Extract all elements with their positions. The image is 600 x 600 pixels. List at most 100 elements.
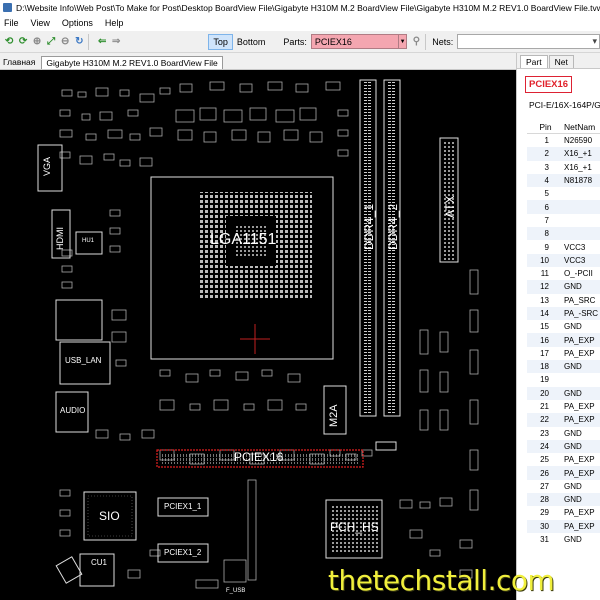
net-name: GND — [564, 495, 582, 505]
menu-options[interactable]: Options — [62, 18, 93, 28]
ps2-connector — [55, 299, 103, 341]
column-header-pin[interactable]: Pin — [527, 122, 564, 132]
pin-number: 9 — [544, 242, 549, 252]
small-components — [59, 81, 479, 589]
column-header-netname[interactable]: NetNam — [564, 122, 595, 132]
pin-number: 5 — [544, 189, 549, 199]
rotate-icon[interactable]: ↻ — [74, 36, 84, 48]
table-row[interactable]: 26 PA_EXP — [527, 466, 600, 480]
pin-table: Pin NetNam 1 N26590 2 X16_+1 3 X16_+1 4 N81878 5… — [527, 120, 600, 546]
pin-number: 25 — [540, 455, 549, 465]
parts-dropdown-icon[interactable]: ▼ — [398, 34, 408, 49]
toolbar: ⟲ ⟳ ⊕ ⤢ ⊖ ↻ ⇐ ⇒ Top Bottom Parts: ▼ ⚲ Ne… — [0, 31, 600, 53]
table-row[interactable]: 23 GND — [527, 427, 600, 440]
table-row[interactable]: 19 — [527, 373, 600, 386]
pciex1-1-label: PCIEX1_1 — [164, 502, 202, 511]
net-name: X16_+1 — [564, 149, 592, 159]
net-name: PA_EXP — [564, 348, 595, 358]
window-title: D:\Website Info\Web Post\To Make for Pos… — [16, 2, 600, 13]
table-row[interactable]: 16 PA_EXP — [527, 333, 600, 347]
table-row[interactable]: 28 GND — [527, 493, 600, 507]
table-row[interactable]: 2 X16_+1 — [527, 147, 600, 161]
net-name: VCC3 — [564, 255, 586, 265]
table-row[interactable]: 22 PA_EXP — [527, 413, 600, 427]
table-row[interactable]: 20 GND — [527, 386, 600, 400]
net-name: O_-PCII — [564, 269, 593, 279]
forward-arrow-icon[interactable]: ⟳ — [18, 36, 28, 48]
table-row[interactable]: 14 PA_-SRC — [527, 306, 600, 321]
pin-number: 4 — [544, 176, 549, 186]
f-usb-label: F_USB — [226, 588, 246, 594]
table-row[interactable]: 7 — [527, 214, 600, 227]
battery-holder — [55, 556, 83, 584]
table-row[interactable]: 24 GND — [527, 439, 600, 454]
net-name: PA_EXP — [564, 402, 595, 412]
net-name: GND — [564, 535, 582, 545]
table-row[interactable]: 29 PA_EXP — [527, 506, 600, 519]
table-row[interactable]: 9 VCC3 — [527, 240, 600, 253]
pin-number: 17 — [540, 348, 549, 358]
table-row[interactable]: 17 PA_EXP — [527, 347, 600, 360]
net-name: GND — [564, 362, 582, 372]
flip-right-icon[interactable]: ⇒ — [111, 36, 121, 48]
table-row[interactable]: 30 PA_EXP — [527, 519, 600, 533]
table-row[interactable]: 18 GND — [527, 360, 600, 374]
table-row[interactable]: 11 O_-PCII — [527, 267, 600, 280]
table-row[interactable]: 21 PA_EXP — [527, 400, 600, 413]
table-row[interactable]: 31 GND — [527, 533, 600, 546]
pin-table-header: Pin NetNam — [527, 120, 600, 134]
pin-number: 23 — [540, 428, 549, 438]
net-name: GND — [564, 322, 582, 332]
pciex16-label: PCIEX16 — [234, 450, 284, 464]
menu-help[interactable]: Help — [105, 18, 124, 28]
back-arrow-icon[interactable]: ⟲ — [4, 36, 14, 48]
bottom-side-button[interactable]: Bottom — [233, 34, 270, 50]
search-parts-icon[interactable]: ⚲ — [411, 36, 421, 48]
table-row[interactable]: 4 N81878 — [527, 173, 600, 188]
parts-search-input[interactable] — [310, 34, 399, 49]
pin-number: 29 — [540, 508, 549, 518]
table-row[interactable]: 12 GND — [527, 280, 600, 294]
board-drawing — [37, 79, 479, 589]
flip-left-icon[interactable]: ⇐ — [97, 36, 107, 48]
table-row[interactable]: 3 X16_+1 — [527, 161, 600, 174]
table-row[interactable]: 10 VCC3 — [527, 253, 600, 267]
table-row[interactable]: 27 GND — [527, 480, 600, 493]
tab-home[interactable]: Главная — [0, 57, 39, 69]
tab-net[interactable]: Net — [548, 55, 574, 68]
cu1-label: CU1 — [91, 558, 108, 567]
net-name: GND — [564, 282, 582, 292]
table-row[interactable]: 13 PA_SRC — [527, 294, 600, 307]
pin-number: 13 — [540, 295, 549, 305]
net-name: N81878 — [564, 176, 593, 186]
tab-boardview-file[interactable]: Gigabyte H310M M.2 REV1.0 BoardView File — [41, 56, 223, 69]
toolbar-separator — [88, 33, 90, 50]
window-title-bar: D:\Website Info\Web Post\To Make for Pos… — [0, 0, 600, 15]
document-tab-bar: Главная Gigabyte H310M M.2 REV1.0 BoardV… — [0, 54, 516, 70]
table-row[interactable]: 5 — [527, 187, 600, 200]
cpu-socket-label: LGA1151 — [210, 231, 277, 248]
menu-view[interactable]: View — [31, 18, 50, 28]
pin-number: 15 — [540, 322, 549, 332]
zoom-out-icon[interactable]: ⊖ — [60, 36, 70, 48]
sio-label: SIO — [99, 509, 120, 523]
net-name: GND — [564, 441, 582, 451]
table-row[interactable]: 1 N26590 — [527, 134, 600, 147]
toolbar-separator — [425, 33, 427, 50]
zoom-in-icon[interactable]: ⊕ — [32, 36, 42, 48]
net-name: PA_SRC — [564, 295, 596, 305]
pin-number: 14 — [540, 309, 549, 318]
vga-label: VGA — [42, 156, 52, 176]
top-side-button[interactable]: Top — [208, 33, 233, 50]
net-name: GND — [564, 481, 582, 491]
table-row[interactable]: 15 GND — [527, 320, 600, 333]
table-row[interactable]: 8 — [527, 227, 600, 241]
nets-select[interactable] — [457, 34, 600, 49]
pin-number: 1 — [544, 136, 549, 146]
tab-part[interactable]: Part — [520, 55, 548, 68]
zoom-fit-icon[interactable]: ⤢ — [46, 36, 56, 48]
board-view-canvas[interactable]: LGA1151 DDR4_1 DDR4_2 ATX VGA HDMI HU1 U… — [0, 70, 516, 600]
table-row[interactable]: 25 PA_EXP — [527, 453, 600, 466]
table-row[interactable]: 6 — [527, 200, 600, 214]
menu-file[interactable]: File — [4, 18, 19, 28]
